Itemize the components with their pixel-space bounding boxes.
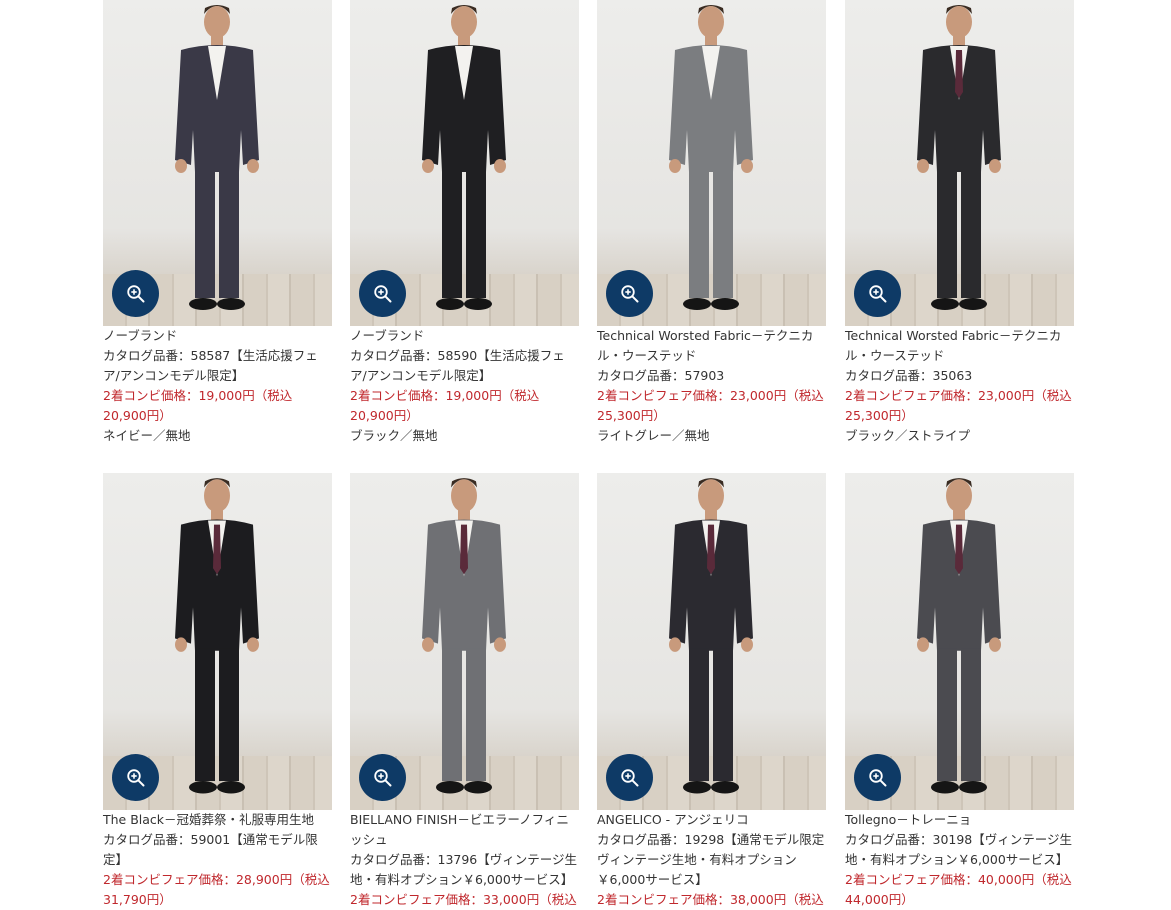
zoom-button[interactable] xyxy=(112,270,159,317)
product-photo[interactable] xyxy=(597,473,826,810)
product-card[interactable]: ノーブランド カタログ品番：58590【生活応援フェア/アンコンモデル限定】 2… xyxy=(350,0,579,446)
zoom-in-icon xyxy=(126,284,144,302)
zoom-in-icon xyxy=(373,768,391,786)
product-card[interactable]: Technical Worsted Fabric－テクニカル・ウーステッド カタ… xyxy=(597,0,826,446)
product-color: ブラック／ストライプ xyxy=(845,428,971,443)
product-name[interactable]: ANGELICO - アンジェリコ xyxy=(597,810,826,830)
product-photo[interactable] xyxy=(103,0,332,326)
product-price: 2着コンビ価格：19,000円（税込 20,900円） xyxy=(350,388,540,423)
product-photo[interactable] xyxy=(103,473,332,810)
product-price: 2着コンビフェア価格：33,000円（税込 xyxy=(350,892,577,907)
product-name[interactable]: Technical Worsted Fabric－テクニカル・ウーステッド xyxy=(845,326,1074,366)
product-name[interactable]: Technical Worsted Fabric－テクニカル・ウーステッド xyxy=(597,326,826,366)
zoom-in-icon xyxy=(620,284,638,302)
product-price: 2着コンビフェア価格：38,000円（税込 xyxy=(597,892,824,907)
product-price: 2着コンビフェア価格：23,000円（税込25,300円） xyxy=(597,388,824,423)
zoom-in-icon xyxy=(620,768,638,786)
zoom-in-icon xyxy=(126,768,144,786)
zoom-button[interactable] xyxy=(606,270,653,317)
product-photo[interactable] xyxy=(597,0,826,326)
catalog-number: カタログ品番：59001【通常モデル限定】 xyxy=(103,832,318,867)
zoom-in-icon xyxy=(868,284,886,302)
product-color: ブラック／無地 xyxy=(350,428,438,443)
product-name[interactable]: ノーブランド xyxy=(350,326,579,346)
product-color: ネイビー／無地 xyxy=(103,428,191,443)
product-price: 2着コンビフェア価格：23,000円（税込25,300円） xyxy=(845,388,1072,423)
catalog-number: カタログ品番：13796【ヴィンテージ生地・有料オプション￥6,000サービス】 xyxy=(350,852,578,887)
zoom-button[interactable] xyxy=(359,754,406,801)
zoom-button[interactable] xyxy=(606,754,653,801)
product-card[interactable]: ANGELICO - アンジェリコ カタログ品番：19298【通常モデル限定ヴィ… xyxy=(597,473,826,910)
product-photo[interactable] xyxy=(845,473,1074,810)
catalog-number: カタログ品番：58590【生活応援フェア/アンコンモデル限定】 xyxy=(350,348,565,383)
zoom-button[interactable] xyxy=(854,270,901,317)
product-color: ライトグレー／無地 xyxy=(597,428,710,443)
product-price: 2着コンビ価格：19,000円（税込 20,900円） xyxy=(103,388,293,423)
catalog-number: カタログ品番：30198【ヴィンテージ生地・有料オプション￥6,000サービス】 xyxy=(845,832,1073,867)
product-grid: ノーブランド カタログ品番：58587【生活応援フェア/アンコンモデル限定】 2… xyxy=(0,0,1171,910)
zoom-in-icon xyxy=(373,284,391,302)
product-card[interactable]: The Black－冠婚葬祭・礼服専用生地 カタログ品番：59001【通常モデル… xyxy=(103,473,332,910)
product-name[interactable]: Tollegno－トレーニョ xyxy=(845,810,1074,830)
product-card[interactable]: Technical Worsted Fabric－テクニカル・ウーステッド カタ… xyxy=(845,0,1074,446)
product-card[interactable]: ノーブランド カタログ品番：58587【生活応援フェア/アンコンモデル限定】 2… xyxy=(103,0,332,446)
catalog-number: カタログ品番：58587【生活応援フェア/アンコンモデル限定】 xyxy=(103,348,318,383)
product-card[interactable]: Tollegno－トレーニョ カタログ品番：30198【ヴィンテージ生地・有料オ… xyxy=(845,473,1074,910)
product-name[interactable]: BIELLANO FINISH－ビエラーノフィニッシュ xyxy=(350,810,579,850)
catalog-number: カタログ品番：19298【通常モデル限定ヴィンテージ生地・有料オプション￥6,0… xyxy=(597,832,825,887)
catalog-number: カタログ品番：57903 xyxy=(597,368,725,383)
product-card[interactable]: BIELLANO FINISH－ビエラーノフィニッシュ カタログ品番：13796… xyxy=(350,473,579,910)
product-name[interactable]: The Black－冠婚葬祭・礼服専用生地 xyxy=(103,810,332,830)
zoom-button[interactable] xyxy=(359,270,406,317)
product-photo[interactable] xyxy=(350,473,579,810)
product-price: 2着コンビフェア価格：40,000円（税込44,000円） xyxy=(845,872,1072,907)
zoom-button[interactable] xyxy=(854,754,901,801)
zoom-in-icon xyxy=(868,768,886,786)
catalog-number: カタログ品番：35063 xyxy=(845,368,973,383)
product-photo[interactable] xyxy=(350,0,579,326)
product-name[interactable]: ノーブランド xyxy=(103,326,332,346)
product-price: 2着コンビフェア価格：28,900円（税込31,790円） xyxy=(103,872,330,907)
product-photo[interactable] xyxy=(845,0,1074,326)
zoom-button[interactable] xyxy=(112,754,159,801)
